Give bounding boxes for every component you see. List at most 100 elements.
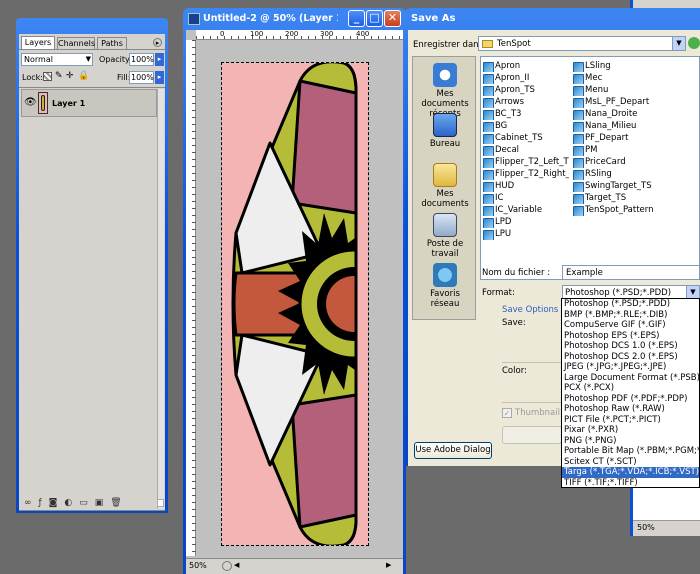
layer-row[interactable]: 👁 Layer 1	[21, 89, 157, 117]
file-item[interactable]: IC_Variable	[483, 204, 569, 216]
scroll-right-icon[interactable]: ▶	[386, 561, 391, 569]
place-label: Bureau	[429, 139, 461, 149]
file-item[interactable]: LSling	[573, 60, 663, 72]
maximize-button[interactable]: □	[366, 10, 383, 27]
zoom-level[interactable]: 50%	[189, 561, 207, 570]
file-item[interactable]: Cabinet_TS	[483, 132, 569, 144]
tab-layers[interactable]: Layers	[21, 36, 55, 49]
file-item[interactable]: BC_T3	[483, 108, 569, 120]
file-item[interactable]: SwingTarget_TS	[573, 180, 663, 192]
format-option[interactable]: Photoshop DCS 2.0 (*.EPS)	[562, 352, 699, 363]
artwork	[231, 63, 368, 545]
blend-mode-select[interactable]: Normal ▼	[21, 53, 93, 66]
link-layers-icon[interactable]: ∞	[24, 498, 32, 510]
document-window: Untitled-2 @ 50% (Layer 1, Alp... _ □ ✕ …	[183, 8, 406, 574]
layer-mask-icon[interactable]: ◙	[49, 498, 58, 510]
file-item[interactable]: Flipper_T2_Right_TS	[483, 168, 569, 180]
filename-value: Example	[566, 268, 603, 278]
format-option[interactable]: Photoshop PDF (*.PDF;*.PDP)	[562, 394, 699, 405]
place-my-computer[interactable]: Poste de travail	[415, 213, 475, 259]
tab-paths[interactable]: Paths	[97, 37, 127, 49]
trash-icon[interactable]: 🗑	[110, 498, 121, 510]
back-icon[interactable]	[688, 37, 700, 49]
background-window-zoom: 50%	[637, 523, 655, 532]
file-item[interactable]: Flipper_T2_Left_TS	[483, 156, 569, 168]
file-item[interactable]: MsL_PF_Depart	[573, 96, 663, 108]
file-item[interactable]: PM	[573, 144, 663, 156]
lock-paint-icon[interactable]: ✎	[55, 71, 63, 81]
file-item[interactable]: LPU	[483, 228, 569, 240]
save-button-placeholder	[502, 426, 562, 444]
thumbnail-checkbox[interactable]: ✓	[502, 408, 512, 418]
eye-icon[interactable]: 👁	[24, 97, 37, 108]
layer-style-icon[interactable]: ƒ	[39, 498, 42, 510]
scroll-left-icon[interactable]: ◀	[234, 561, 239, 569]
file-item[interactable]: Arrows	[483, 96, 569, 108]
opacity-arrow-icon[interactable]: ▸	[155, 53, 164, 66]
format-option[interactable]: Scitex CT (*.SCT)	[562, 457, 699, 468]
file-item[interactable]: Apron_TS	[483, 84, 569, 96]
file-item[interactable]: Mec	[573, 72, 663, 84]
place-label: Favoris réseau	[430, 289, 460, 309]
filename-input[interactable]: Example	[562, 265, 700, 280]
place-network[interactable]: Favoris réseau	[415, 263, 475, 309]
document-content: 0 100 200 300 400 50% ◀ ▶	[186, 30, 403, 574]
file-item[interactable]: Nana_Droite	[573, 108, 663, 120]
format-option[interactable]: Photoshop (*.PSD;*.PDD)	[562, 299, 699, 310]
opacity-input[interactable]: 100%	[129, 53, 154, 66]
adjustment-layer-icon[interactable]: ◐	[64, 498, 72, 510]
place-my-documents[interactable]: Mes documents	[415, 163, 475, 209]
minimize-button[interactable]: _	[348, 10, 365, 27]
file-item[interactable]: IC	[483, 192, 569, 204]
format-dropdown-list[interactable]: Photoshop (*.PSD;*.PDD) BMP (*.BMP;*.RLE…	[561, 298, 700, 488]
format-option[interactable]: PICT File (*.PCT;*.PICT)	[562, 415, 699, 426]
file-item[interactable]: PF_Depart	[573, 132, 663, 144]
lock-all-icon[interactable]: 🔒	[78, 71, 89, 81]
file-item[interactable]: Apron	[483, 60, 569, 72]
file-item[interactable]: Menu	[573, 84, 663, 96]
layer-group-icon[interactable]: ▭	[79, 498, 88, 510]
format-option[interactable]: PCX (*.PCX)	[562, 383, 699, 394]
thumbnail-label: Thumbnail	[515, 408, 560, 418]
file-item[interactable]: Decal	[483, 144, 569, 156]
canvas[interactable]	[221, 62, 369, 546]
file-item[interactable]: RSling	[573, 168, 663, 180]
format-option[interactable]: TIFF (*.TIF;*.TIFF)	[562, 478, 699, 488]
format-option[interactable]: Photoshop Raw (*.RAW)	[562, 404, 699, 415]
file-item[interactable]: Target_TS	[573, 192, 663, 204]
format-option[interactable]: Photoshop DCS 1.0 (*.EPS)	[562, 341, 699, 352]
format-option[interactable]: Photoshop EPS (*.EPS)	[562, 331, 699, 342]
format-option[interactable]: Pixar (*.PXR)	[562, 425, 699, 436]
tab-channels[interactable]: Channels	[57, 37, 95, 49]
fill-arrow-icon[interactable]: ▸	[155, 71, 164, 84]
use-adobe-dialog-button[interactable]: Use Adobe Dialog	[414, 442, 492, 459]
fill-input[interactable]: 100%	[129, 71, 154, 84]
file-item[interactable]: HUD	[483, 180, 569, 192]
file-item[interactable]: TenSpot_Pattern	[573, 204, 663, 216]
panel-menu-icon[interactable]: ▸	[153, 38, 162, 47]
status-menu-icon[interactable]	[222, 561, 232, 571]
save-in-select[interactable]: TenSpot ▼	[478, 36, 686, 51]
file-item[interactable]: BG	[483, 120, 569, 132]
dialog-title: Save As	[411, 13, 456, 24]
format-option[interactable]: CompuServe GIF (*.GIF)	[562, 320, 699, 331]
format-option[interactable]: PNG (*.PNG)	[562, 436, 699, 447]
lock-move-icon[interactable]: ✛	[66, 71, 74, 81]
file-item[interactable]: Apron_II	[483, 72, 569, 84]
file-item[interactable]: Nana_Milieu	[573, 120, 663, 132]
format-option-selected[interactable]: Targa (*.TGA;*.VDA;*.ICB;*.VST)	[562, 467, 699, 478]
format-option[interactable]: JPEG (*.JPG;*.JPEG;*.JPE)	[562, 362, 699, 373]
lock-transparency-icon[interactable]	[43, 72, 52, 81]
close-button[interactable]: ✕	[384, 10, 401, 27]
document-status-bar: 50% ◀ ▶	[186, 558, 403, 574]
file-item[interactable]: LPD	[483, 216, 569, 228]
chevron-down-icon[interactable]: ▼	[672, 37, 685, 50]
format-value: Photoshop (*.PSD;*.PDD)	[565, 288, 672, 298]
file-item[interactable]: PriceCard	[573, 156, 663, 168]
new-layer-icon[interactable]: ▣	[95, 498, 104, 510]
place-desktop[interactable]: Bureau	[415, 113, 475, 149]
format-option[interactable]: Portable Bit Map (*.PBM;*.PGM;*.PPM;*.PN…	[562, 446, 699, 457]
format-option[interactable]: Large Document Format (*.PSB)	[562, 373, 699, 384]
place-recent[interactable]: Mes documents récents	[415, 63, 475, 119]
format-option[interactable]: BMP (*.BMP;*.RLE;*.DIB)	[562, 310, 699, 321]
